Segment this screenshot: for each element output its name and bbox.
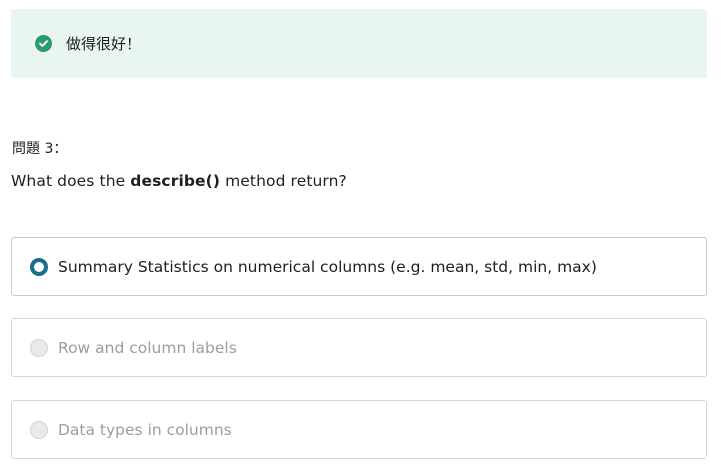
question-text: What does the describe() method return? (11, 172, 347, 190)
answer-option-2[interactable]: Row and column labels (11, 318, 707, 377)
question-text-after: method return? (220, 172, 347, 190)
question-text-before: What does the (11, 172, 131, 190)
question-text-code: describe() (130, 172, 221, 190)
radio-unselected-icon[interactable] (30, 338, 48, 357)
answer-option-label: Row and column labels (58, 338, 237, 357)
question-number: 問題 3： (12, 141, 68, 157)
check-circle-icon (35, 35, 52, 52)
radio-unselected-icon[interactable] (30, 420, 48, 439)
feedback-message: 做得很好！ (66, 35, 142, 53)
answer-option-1[interactable]: Summary Statistics on numerical columns … (11, 237, 707, 296)
feedback-banner: 做得很好！ (11, 9, 707, 78)
answer-option-3[interactable]: Data types in columns (11, 400, 707, 459)
answer-option-label: Summary Statistics on numerical columns … (58, 257, 597, 276)
radio-selected-icon[interactable] (30, 257, 48, 276)
answer-option-label: Data types in columns (58, 420, 232, 439)
